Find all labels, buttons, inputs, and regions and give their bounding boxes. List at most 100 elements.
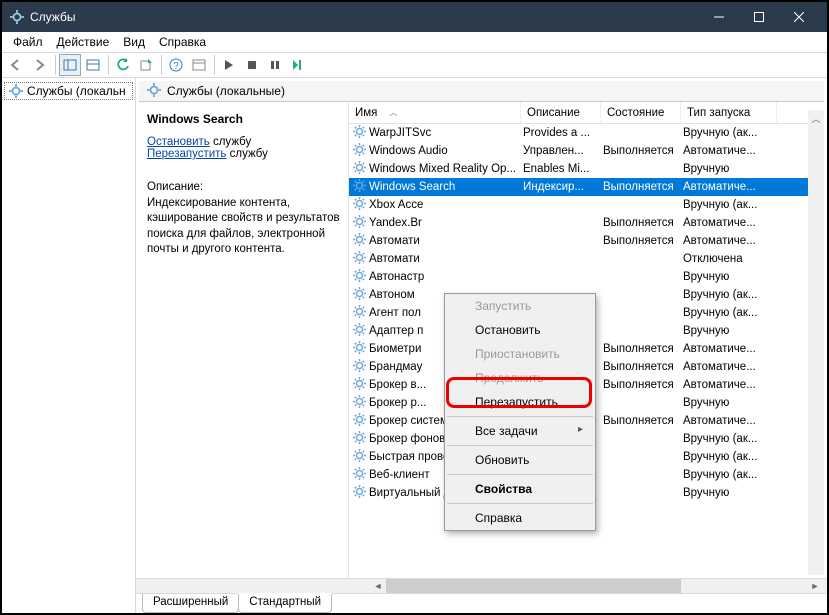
view-list-icon[interactable] [82, 54, 104, 76]
cell-start: Вручную (ак... [681, 199, 777, 211]
menu-bar: Файл Действие Вид Справка [2, 32, 827, 52]
cell-start: Вручную (ак... [681, 289, 777, 301]
tab-extended[interactable]: Расширенный [142, 594, 239, 613]
cell-start: Вручную (ак... [681, 433, 777, 445]
pause-service-icon[interactable] [264, 54, 286, 76]
menu-view[interactable]: Вид [116, 34, 152, 50]
refresh-icon[interactable] [112, 54, 134, 76]
stop-suffix: службу [210, 136, 251, 148]
context-menu-item[interactable]: Справка [445, 506, 595, 530]
tree-item-services[interactable]: Службы (локальн [4, 82, 133, 100]
cell-name: Агент пол [369, 307, 421, 319]
context-menu-item: Запустить [445, 294, 595, 318]
svg-text:?: ? [173, 61, 179, 72]
table-row[interactable]: АвтоматиВыполняетсяАвтоматиче... [349, 232, 824, 250]
table-row[interactable]: Windows Mixed Reality Op...Enables Mi...… [349, 160, 824, 178]
cell-desc: Provides a ... [521, 127, 601, 139]
cell-start: Вручную [681, 325, 777, 337]
back-icon[interactable] [6, 54, 28, 76]
table-row[interactable]: WarpJITSvcProvides a ...Вручную (ак... [349, 124, 824, 142]
scrollbar-horizontal[interactable]: ◄ ► [136, 578, 827, 593]
chevron-left-icon[interactable]: ◄ [370, 579, 386, 593]
gear-icon [351, 215, 369, 231]
cell-state: Выполняется [601, 145, 681, 157]
menu-file[interactable]: Файл [6, 34, 50, 50]
table-row[interactable]: Windows AudioУправлен...ВыполняетсяАвтом… [349, 142, 824, 160]
col-desc[interactable]: Описание [521, 102, 601, 123]
context-menu: ЗапуститьОстановитьПриостановитьПродолжи… [444, 293, 596, 531]
table-row[interactable]: Yandex.BrВыполняетсяАвтоматиче... [349, 214, 824, 232]
cell-name: Автоном [369, 289, 415, 301]
chevron-up-icon[interactable]: ︿ [808, 110, 824, 126]
context-menu-item[interactable]: Все задачи [445, 419, 595, 443]
gear-icon [351, 179, 369, 195]
col-name[interactable]: Имя︿ [349, 102, 521, 123]
context-menu-item[interactable]: Перезапустить [445, 390, 595, 414]
gear-icon [351, 467, 369, 483]
cell-name: Автонастр [369, 271, 424, 283]
context-menu-separator [447, 474, 593, 475]
title-bar: Службы [2, 2, 827, 32]
cell-desc: Enables Mi... [521, 163, 601, 175]
cell-start: Автоматиче... [681, 217, 777, 229]
props-icon[interactable] [188, 54, 210, 76]
gear-icon [351, 449, 369, 465]
detail-service-name: Windows Search [147, 112, 340, 126]
cell-state: Выполняется [601, 235, 681, 247]
table-row[interactable]: Xbox Acce Вручную (ак... [349, 196, 824, 214]
tab-standard[interactable]: Стандартный [238, 594, 332, 613]
gear-icon [351, 395, 369, 411]
minimize-button[interactable] [699, 2, 739, 32]
chevron-right-icon[interactable]: ► [807, 579, 823, 593]
col-state[interactable]: Состояние [601, 102, 681, 123]
scrollbar-vertical[interactable]: ︿ [808, 110, 824, 575]
stop-service-icon[interactable] [241, 54, 263, 76]
maximize-button[interactable] [739, 2, 779, 32]
view-details-icon[interactable] [59, 54, 81, 76]
table-row[interactable]: АвтонастрВручную [349, 268, 824, 286]
cell-start: Автоматиче... [681, 343, 777, 355]
stop-service-link[interactable]: Остановить [147, 136, 210, 148]
restart-service-icon[interactable] [287, 54, 309, 76]
gear-icon [351, 287, 369, 303]
cell-start: Вручную (ак... [681, 451, 777, 463]
restart-suffix: службу [226, 148, 267, 160]
table-row[interactable]: АвтоматиОтключена [349, 250, 824, 268]
gear-icon [351, 359, 369, 375]
services-icon [147, 83, 161, 100]
forward-icon[interactable] [29, 54, 51, 76]
table-row[interactable]: Windows SearchИндексир...ВыполняетсяАвто… [349, 178, 824, 196]
cell-start: Вручную [681, 163, 777, 175]
context-menu-item[interactable]: Свойства [445, 477, 595, 501]
scrollbar-thumb[interactable] [386, 579, 681, 593]
cell-name: Брандмау [369, 361, 422, 373]
detail-pane: Windows Search Остановить службу Перезап… [139, 102, 349, 578]
export-icon[interactable] [135, 54, 157, 76]
context-menu-item[interactable]: Обновить [445, 448, 595, 472]
col-start[interactable]: Тип запуска [681, 102, 777, 123]
services-icon [10, 10, 24, 24]
menu-help[interactable]: Справка [152, 34, 213, 50]
gear-icon [351, 377, 369, 393]
gear-icon [351, 197, 369, 213]
cell-desc: Индексир... [521, 181, 601, 193]
gear-icon [351, 485, 369, 501]
restart-service-link[interactable]: Перезапустить [147, 148, 226, 160]
cell-start: Вручную [681, 397, 777, 409]
context-menu-item[interactable]: Остановить [445, 318, 595, 342]
gear-icon [351, 323, 369, 339]
cell-name: Xbox Acce [369, 199, 423, 211]
cell-start: Вручную [681, 487, 777, 499]
cell-start: Отключена [681, 253, 777, 265]
desc-label: Описание: [147, 180, 340, 196]
tree-pane: Службы (локальн [2, 78, 136, 613]
cell-start: Автоматиче... [681, 379, 777, 391]
start-service-icon[interactable] [218, 54, 240, 76]
close-button[interactable] [779, 2, 819, 32]
cell-name: Веб-клиент [369, 469, 430, 481]
help-icon[interactable]: ? [165, 54, 187, 76]
cell-name: Yandex.Br [369, 217, 422, 229]
cell-name: Windows Search [369, 181, 455, 193]
menu-action[interactable]: Действие [50, 34, 117, 50]
tool-bar: ? [2, 52, 827, 78]
